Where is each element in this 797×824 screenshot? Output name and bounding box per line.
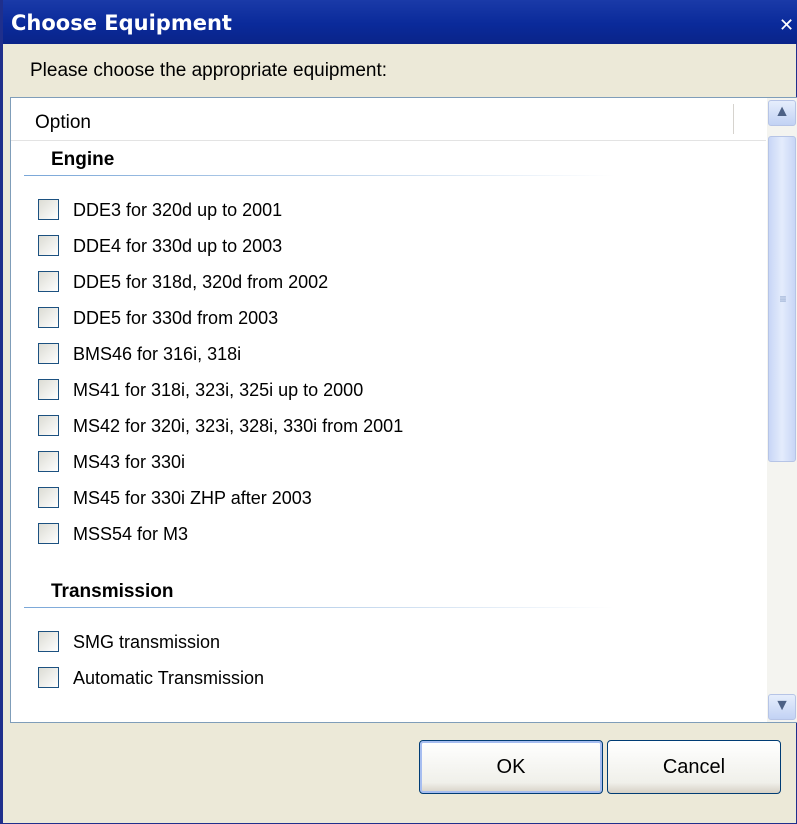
chevron-down-icon: ▼: [774, 697, 790, 714]
item-label: MS41 for 318i, 323i, 325i up to 2000: [73, 380, 364, 400]
column-divider[interactable]: [733, 104, 734, 134]
cancel-button[interactable]: Cancel: [607, 740, 781, 794]
checkbox[interactable]: [38, 415, 59, 436]
checkbox[interactable]: [38, 451, 59, 472]
checkbox[interactable]: [38, 271, 59, 292]
group-title-transmission: Transmission: [51, 581, 174, 602]
item-label: SMG transmission: [73, 632, 221, 652]
checkbox[interactable]: [38, 379, 59, 400]
grip-icon: ≡: [779, 292, 787, 306]
checkbox[interactable]: [38, 667, 59, 688]
checkbox[interactable]: [38, 343, 59, 364]
close-icon[interactable]: ✕: [779, 16, 794, 34]
item-label: DDE3 for 320d up to 2001: [73, 200, 283, 220]
checkbox[interactable]: [38, 235, 59, 256]
chevron-up-icon: ▲: [774, 103, 790, 120]
checkbox[interactable]: [38, 307, 59, 328]
item-label: MS43 for 330i: [73, 452, 186, 472]
item-label: DDE4 for 330d up to 2003: [73, 236, 283, 256]
checkbox[interactable]: [38, 631, 59, 652]
title-bar[interactable]: Choose Equipment ✕: [3, 0, 797, 44]
checkbox[interactable]: [38, 199, 59, 220]
ok-button[interactable]: OK: [419, 740, 603, 794]
item-label: BMS46 for 316i, 318i: [73, 344, 242, 364]
list-content: Engine DDE3 for 320d up to 2001 DDE4 for 3…: [11, 141, 766, 722]
item-label: DDE5 for 330d from 2003: [73, 308, 279, 328]
column-header[interactable]: Option: [11, 98, 766, 141]
scroll-down-button[interactable]: ▼: [768, 694, 796, 720]
item-label: Automatic Transmission: [73, 668, 265, 688]
item-label: MS42 for 320i, 323i, 328i, 330i from 200…: [73, 416, 404, 436]
vertical-scrollbar[interactable]: ▲ ≡ ▼: [767, 98, 797, 722]
column-header-option: Option: [35, 112, 91, 133]
group-separator: [24, 175, 614, 176]
checkbox[interactable]: [38, 523, 59, 544]
group-separator: [24, 607, 614, 608]
instruction-text: Please choose the appropriate equipment:: [30, 60, 388, 81]
dialog-title: Choose Equipment: [11, 11, 232, 35]
scrollbar-thumb[interactable]: ≡: [768, 136, 796, 462]
item-label: MSS54 for M3: [73, 524, 189, 544]
checkbox[interactable]: [38, 487, 59, 508]
equipment-list: Option Engine DDE3 for 320d up to 2001 DDE…: [10, 97, 797, 723]
item-label: DDE5 for 318d, 320d from 2002: [73, 272, 329, 292]
scroll-up-button[interactable]: ▲: [768, 100, 796, 126]
group-title-engine: Engine: [51, 149, 115, 170]
choose-equipment-dialog: Choose Equipment ✕ Please choose the app…: [0, 0, 797, 824]
item-label: MS45 for 330i ZHP after 2003: [73, 488, 312, 508]
